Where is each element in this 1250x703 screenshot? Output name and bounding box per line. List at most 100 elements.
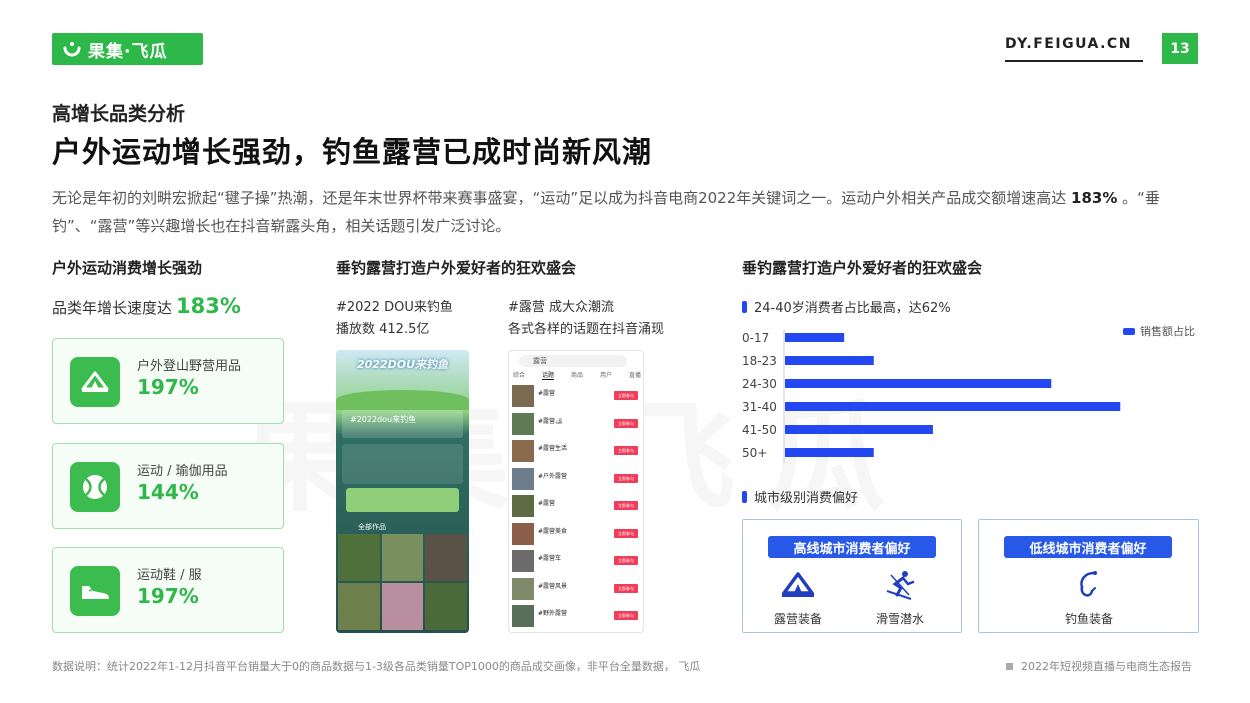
phone2-tab[interactable]: 直播 xyxy=(629,370,641,380)
phone2-search[interactable]: 露营 xyxy=(519,355,627,367)
video-thumb[interactable] xyxy=(338,534,380,581)
fishing-hook-icon xyxy=(1070,568,1108,602)
video-thumb[interactable] xyxy=(381,583,424,630)
topic-label: #露营风景 xyxy=(538,582,568,590)
age-tick-label: 50+ xyxy=(742,446,767,460)
site-url[interactable]: DY.FEIGUA.CN xyxy=(1005,36,1132,52)
fishing-caption: #2022 DOU来钓鱼 播放数 412.5亿 xyxy=(336,297,453,341)
age-heading-text: 24-40岁消费者占比最高，达62% xyxy=(754,301,951,316)
phone2-tabs: 综合 话题 商品 用户 直播 xyxy=(513,370,641,380)
topic-thumb xyxy=(512,605,534,627)
topic-thumb xyxy=(512,385,534,407)
age-tick-label: 31-40 xyxy=(742,400,777,414)
topic-row[interactable]: #露营车 立即参与 xyxy=(512,548,642,576)
topic-row[interactable]: #露营生活 立即参与 xyxy=(512,438,642,466)
video-thumb[interactable] xyxy=(425,583,467,630)
topic-label: #野外露营 xyxy=(538,610,568,617)
desc-part1: 无论是年初的刘畊宏掀起“毽子操”热潮，还是年末世界杯带来赛事盛宴，“运动”足以成… xyxy=(52,189,1072,207)
video-thumb[interactable] xyxy=(425,534,467,581)
join-button[interactable]: 立即参与 xyxy=(614,583,638,593)
join-button[interactable]: 立即参与 xyxy=(614,611,638,620)
topic-row[interactable]: #露营 立即参与 xyxy=(512,383,642,411)
topic-thumb xyxy=(512,577,534,600)
phone2-tab[interactable]: 商品 xyxy=(571,370,583,380)
join-button[interactable]: 立即参与 xyxy=(614,501,638,510)
card-label: 运动 / 瑜伽用品 xyxy=(137,464,228,479)
site-underline xyxy=(1005,60,1143,62)
phone2-tab[interactable]: 用户 xyxy=(600,370,612,380)
age-bar-chart: 0-17 18-23 24-30 31-40 41-50 50+ xyxy=(742,330,1121,463)
topic-row[interactable]: #露营美食 立即参与 xyxy=(512,521,642,549)
growth-label: 品类年增长速度达 xyxy=(52,299,173,317)
category-card-yoga: 运动 / 瑜伽用品 144% xyxy=(52,443,284,529)
page-title: 户外运动增长强劲，钓鱼露营已成时尚新风潮 xyxy=(52,135,653,169)
description: 无论是年初的刘畊宏掀起“毽子操”热潮，还是年末世界杯带来赛事盛宴，“运动”足以成… xyxy=(52,184,1202,240)
camping-sub: 各式各样的话题在抖音涌现 xyxy=(508,322,665,337)
desc-highlight: 183% xyxy=(1071,189,1118,207)
join-button[interactable]: 立即参与 xyxy=(614,473,638,483)
video-thumb[interactable] xyxy=(338,583,380,630)
category-card-outdoor: 户外登山野营用品 197% xyxy=(52,338,284,424)
join-button[interactable]: 立即参与 xyxy=(614,528,638,538)
age-bar xyxy=(785,356,874,365)
page-number: 13 xyxy=(1162,33,1198,64)
topic-row[interactable]: #露营🏕 立即参与 xyxy=(512,411,642,439)
camping-hashtag: #露营 成大众潮流 xyxy=(508,300,615,315)
age-bar xyxy=(785,333,845,342)
shoe-icon xyxy=(70,566,120,616)
middle-section-title: 垂钓露营打造户外爱好者的狂欢盛会 xyxy=(336,259,577,277)
topic-list: #露营 立即参与 #露营🏕 立即参与 #露营生活 立即参与 #户外露营 立即参与 #露营 立即参与… xyxy=(512,383,642,631)
section-eyebrow: 高增长品类分析 xyxy=(52,103,186,125)
category-card-shoes: 运动鞋 / 服 197% xyxy=(52,547,284,633)
card-value: 197% xyxy=(137,375,199,399)
phone1-sub: #2022dou来钓鱼 xyxy=(350,415,417,424)
topic-thumb xyxy=(512,495,534,517)
join-button[interactable]: 立即参与 xyxy=(614,391,638,400)
banner-strip xyxy=(346,488,459,512)
video-grid xyxy=(338,534,467,630)
topic-row[interactable]: #露营 立即参与 xyxy=(512,493,642,521)
pref-camping: 露营装备 xyxy=(763,568,833,627)
fishing-hashtag: #2022 DOU来钓鱼 xyxy=(336,300,453,315)
topic-label: #露营美食 xyxy=(538,527,568,535)
topic-label: #露营车 xyxy=(538,555,562,562)
topic-row[interactable]: #野外露营 立即参与 xyxy=(512,603,642,631)
tent-icon xyxy=(70,357,120,407)
join-button[interactable]: 立即参与 xyxy=(614,446,638,455)
city-heading: 城市级别消费偏好 xyxy=(742,487,858,506)
topic-desc-block xyxy=(342,444,463,484)
camping-search-screenshot: 露营 综合 话题 商品 用户 直播 #露营 立即参与 #露营🏕 立即参与 #露营生活 立即参与 #户… xyxy=(508,350,644,633)
card-value: 144% xyxy=(137,480,199,504)
right-section-title: 垂钓露营打造户外爱好者的狂欢盛会 xyxy=(742,259,983,277)
join-button[interactable]: 立即参与 xyxy=(614,418,638,428)
age-tick-label: 18-23 xyxy=(742,354,777,368)
data-footnote: 数据说明：统计2022年1-12月抖音平台销量大于0的商品数据与1-3级各品类销… xyxy=(52,660,701,673)
pref-label: 滑雪潜水 xyxy=(875,612,924,626)
high-city-box: 高线城市消费者偏好 露营装备 滑雪潜水 xyxy=(742,519,962,633)
topic-label: #露营 xyxy=(538,500,556,507)
topic-row[interactable]: #户外露营 立即参与 xyxy=(512,466,642,494)
fishing-plays: 播放数 412.5亿 xyxy=(336,322,430,337)
topic-label: #露营生活 xyxy=(538,445,568,452)
logo-icon xyxy=(63,42,81,57)
skier-icon xyxy=(881,568,919,602)
phone1-banner: 2022DOU来钓鱼 xyxy=(356,358,449,371)
hills-shape xyxy=(336,390,469,410)
growth-value: 183% xyxy=(176,294,241,318)
card-label: 运动鞋 / 服 xyxy=(137,568,202,583)
camping-caption: #露营 成大众潮流 各式各样的话题在抖音涌现 xyxy=(508,297,664,341)
age-bar xyxy=(785,402,1121,411)
topic-thumb xyxy=(512,412,534,435)
video-thumb[interactable] xyxy=(381,534,424,581)
phone2-tab[interactable]: 综合 xyxy=(513,370,525,380)
age-tick-label: 24-30 xyxy=(742,377,777,391)
fishing-topic-screenshot: 2022DOU来钓鱼 #2022dou来钓鱼 全部作品 xyxy=(336,350,469,633)
topic-thumb xyxy=(512,440,534,462)
pref-label: 露营装备 xyxy=(773,612,822,626)
phone2-tab[interactable]: 话题 xyxy=(541,370,554,380)
city-heading-text: 城市级别消费偏好 xyxy=(754,491,859,506)
topic-row[interactable]: #露营风景 立即参与 xyxy=(512,576,642,604)
card-value: 197% xyxy=(137,584,199,608)
bullet-dot xyxy=(742,490,747,503)
join-button[interactable]: 立即参与 xyxy=(614,556,638,565)
